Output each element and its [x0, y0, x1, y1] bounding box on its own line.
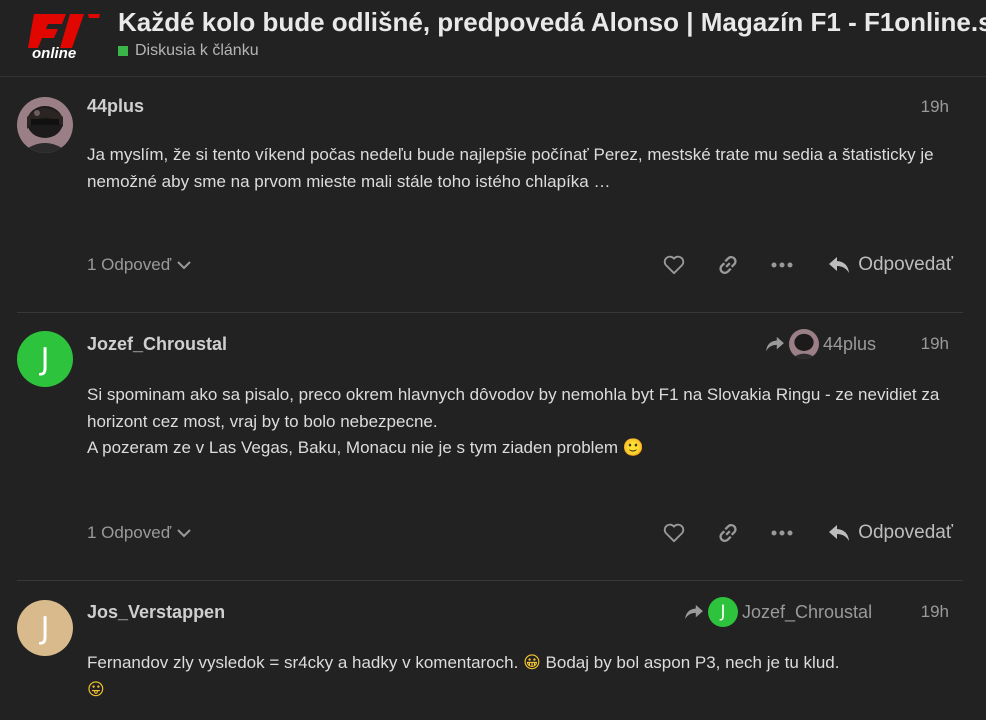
reply-to-tab[interactable]: J Jozef_Chroustal: [684, 597, 872, 627]
chevron-down-icon: [177, 529, 191, 538]
post-text: Bodaj by bol aspon P3, nech je tu klud.: [545, 653, 840, 672]
tongue-out-emoji: 😛: [87, 679, 105, 700]
category-color-square: [118, 46, 128, 56]
reply-arrow-icon: [829, 525, 850, 541]
avatar-letter: J: [40, 341, 50, 377]
category-badge[interactable]: Diskusia k článku: [118, 42, 259, 60]
reply-arrow-icon: [829, 257, 850, 273]
avatar-letter: J: [40, 610, 50, 646]
avatar[interactable]: J: [17, 600, 73, 656]
f1online-logo[interactable]: online: [26, 10, 102, 60]
share-link-button[interactable]: [710, 250, 746, 280]
post-text-line: A pozeram ze v Las Vegas, Baku, Monacu n…: [87, 438, 644, 458]
post-body: Ja myslím, že si tento víkend počas nede…: [87, 142, 957, 195]
reply-label: Odpovedať: [858, 522, 953, 543]
link-icon: [719, 255, 737, 275]
topic-header: online Každé kolo bude odlišné, predpove…: [0, 0, 986, 77]
reply-button[interactable]: Odpovedať: [828, 522, 953, 544]
username[interactable]: Jos_Verstappen: [87, 602, 225, 623]
reply-button[interactable]: Odpovedať: [828, 254, 953, 276]
category-label: Diskusia k článku: [135, 42, 259, 59]
post-body: Fernandov zly vysledok = sr4cky a hadky …: [87, 650, 957, 703]
topic-title[interactable]: Každé kolo bude odlišné, predpovedá Alon…: [118, 7, 986, 38]
avatar[interactable]: [17, 97, 73, 153]
post-date[interactable]: 19h: [921, 602, 949, 622]
show-replies-button[interactable]: 1 Odpoveď: [87, 255, 191, 275]
like-button[interactable]: [656, 518, 692, 548]
ellipsis-icon: [771, 262, 793, 268]
username[interactable]: Jozef_Chroustal: [87, 334, 227, 355]
chevron-down-icon: [177, 261, 191, 270]
post-date[interactable]: 19h: [921, 334, 949, 354]
post-body: Si spominam ako sa pisalo, preco okrem h…: [87, 382, 957, 462]
post-date[interactable]: 19h: [921, 97, 949, 117]
more-actions-button[interactable]: [764, 518, 800, 548]
replies-count-label: 1 Odpoveď: [87, 255, 172, 274]
post-divider: [17, 312, 963, 313]
grinning-emoji: 😀: [523, 653, 541, 673]
ellipsis-icon: [771, 530, 793, 536]
post-text-line: Si spominam ako sa pisalo, preco okrem h…: [87, 385, 940, 431]
replies-count-label: 1 Odpoveď: [87, 523, 172, 542]
svg-text:online: online: [32, 45, 76, 60]
reply-to-username: Jozef_Chroustal: [742, 601, 873, 622]
slight-smile-emoji: 🙂: [622, 438, 644, 458]
post-actions: 1 Odpoveď Odpovedať: [87, 250, 953, 280]
heart-icon: [664, 523, 685, 543]
more-actions-button[interactable]: [764, 250, 800, 280]
like-button[interactable]: [656, 250, 692, 280]
heart-icon: [664, 255, 685, 275]
user-photo-avatar-icon: [17, 97, 73, 153]
share-link-button[interactable]: [710, 518, 746, 548]
post-text: Ja myslím, že si tento víkend počas nede…: [87, 145, 934, 191]
reply-arrow-icon: [685, 604, 703, 620]
reply-to-username: 44plus: [823, 333, 877, 354]
post-text: Fernandov zly vysledok = sr4cky a hadky …: [87, 653, 519, 672]
reply-arrow-icon: [766, 336, 784, 352]
post-actions: 1 Odpoveď Odpovedať: [87, 518, 953, 548]
username[interactable]: 44plus: [87, 96, 144, 117]
reply-to-avatar: [789, 329, 819, 359]
reply-label: Odpovedať: [858, 254, 953, 275]
show-replies-button[interactable]: 1 Odpoveď: [87, 523, 191, 543]
link-icon: [719, 523, 737, 543]
reply-to-avatar: J: [708, 597, 738, 627]
reply-to-tab[interactable]: 44plus: [765, 329, 876, 359]
avatar[interactable]: J: [17, 331, 73, 387]
post-divider: [17, 580, 963, 581]
